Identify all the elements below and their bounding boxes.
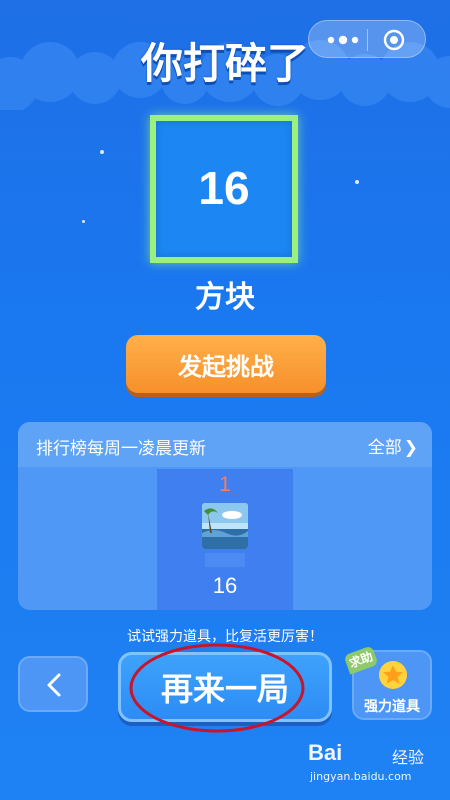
star-decoration — [355, 180, 359, 184]
chevron-left-icon — [47, 673, 61, 697]
leaderboard-title: 排行榜每周一凌晨更新 — [36, 439, 206, 459]
star-icon — [379, 661, 407, 689]
star-decoration — [82, 220, 85, 223]
start-challenge-button[interactable]: 发起挑战 — [126, 335, 326, 393]
all-link-label: 全部 — [367, 438, 402, 458]
watermark-brand-cn: 经验 — [392, 748, 425, 767]
back-button[interactable] — [18, 656, 88, 712]
nickname-placeholder — [205, 553, 245, 567]
rank-score: 16 — [212, 573, 238, 598]
block-count: 16 — [198, 162, 250, 214]
chevron-right-icon: ❯ — [403, 438, 418, 458]
rank-number: 1 — [219, 473, 231, 496]
star-decoration — [100, 150, 104, 154]
leaderboard-all-link[interactable]: 全部 ❯ — [368, 433, 418, 458]
result-title: 你打碎了 — [140, 39, 309, 88]
block-unit-label: 方块 — [195, 280, 255, 315]
leaderboard-panel: 排行榜每周一凌晨更新 全部 ❯ 1 16 — [18, 422, 432, 610]
leaderboard-header: 排行榜每周一凌晨更新 全部 ❯ — [18, 422, 432, 467]
power-up-hint: 试试强力道具，比复活更厉害！ — [127, 629, 323, 645]
play-again-button[interactable]: 再来一局 — [118, 652, 332, 722]
watermark-brand: Bai — [308, 740, 343, 765]
block-count-box: 16 — [150, 115, 298, 263]
avatar — [202, 503, 248, 549]
watermark-url: jingyan.baidu.com — [310, 770, 412, 783]
baidu-watermark: Bai 经验 jingyan.baidu.com — [300, 740, 435, 790]
leaderboard-entry[interactable]: 1 16 — [157, 469, 293, 610]
power-item-label: 强力道具 — [364, 699, 420, 715]
